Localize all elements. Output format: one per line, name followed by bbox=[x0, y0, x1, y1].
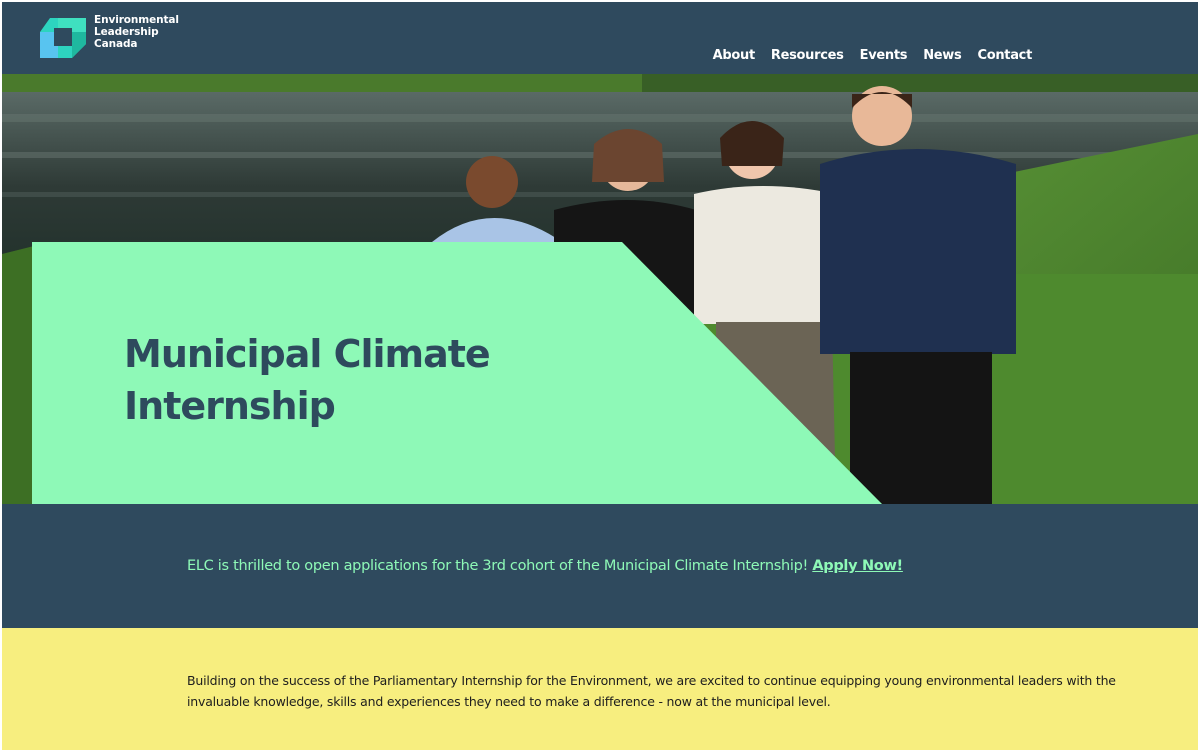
nav-item-events[interactable]: Events bbox=[860, 48, 908, 63]
page-title: Municipal Climate Internship bbox=[124, 328, 544, 432]
logo-wordmark: Environmental Leadership Canada bbox=[94, 14, 184, 50]
nav-item-contact[interactable]: Contact bbox=[977, 48, 1032, 63]
site-header: Environmental Leadership Canada About Re… bbox=[2, 2, 1198, 74]
intro-band: Building on the success of the Parliamen… bbox=[2, 628, 1198, 750]
announcement-text: ELC is thrilled to open applications for… bbox=[187, 558, 813, 574]
main-nav: About Resources Events News Contact bbox=[713, 48, 1033, 63]
logo-line-1: Environmental bbox=[94, 14, 179, 26]
hero-section: Municipal Climate Internship bbox=[2, 74, 1198, 504]
logo-line-3: Canada bbox=[94, 38, 138, 50]
page-title-line-1: Municipal Climate bbox=[124, 332, 491, 376]
announcement-band: ELC is thrilled to open applications for… bbox=[2, 504, 1198, 628]
page-title-line-2: Internship bbox=[124, 384, 336, 428]
logo-line-2: Leadership bbox=[94, 26, 159, 38]
nav-item-about[interactable]: About bbox=[713, 48, 756, 63]
nav-item-resources[interactable]: Resources bbox=[771, 48, 844, 63]
logo-link[interactable]: Environmental Leadership Canada bbox=[40, 14, 184, 60]
elc-logo-icon bbox=[40, 18, 86, 58]
announcement-text-row: ELC is thrilled to open applications for… bbox=[187, 558, 903, 574]
apply-now-link[interactable]: Apply Now! bbox=[812, 558, 903, 574]
intro-paragraph: Building on the success of the Parliamen… bbox=[187, 673, 1116, 709]
nav-item-news[interactable]: News bbox=[923, 48, 962, 63]
page-frame: Environmental Leadership Canada About Re… bbox=[2, 2, 1198, 750]
